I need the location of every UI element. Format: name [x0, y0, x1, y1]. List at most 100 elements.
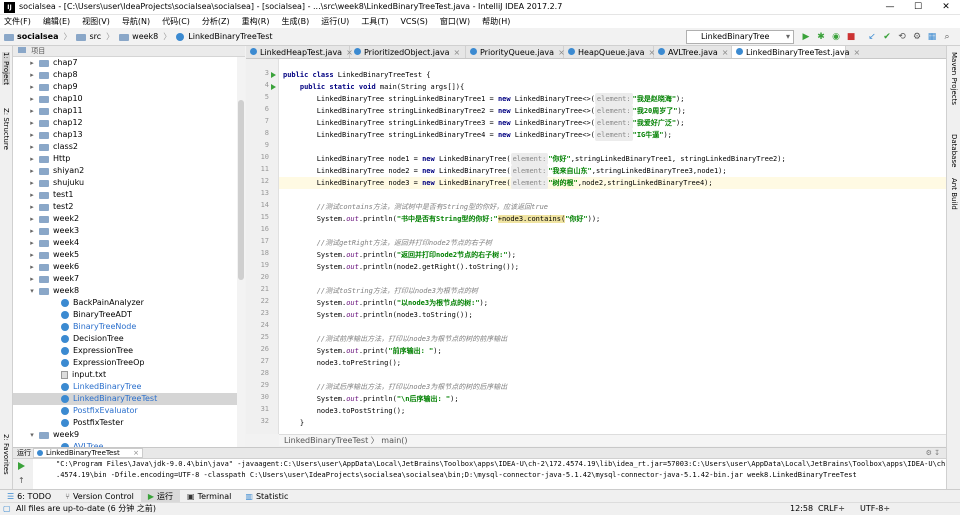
chevron-right-icon[interactable]: ▸ — [27, 129, 37, 141]
gear-icon[interactable]: ⚙ ↧ — [926, 448, 940, 459]
menu-help[interactable]: 帮助(H) — [482, 15, 510, 28]
chevron-right-icon[interactable]: ▸ — [27, 189, 37, 201]
editor-tab[interactable]: PrioritizedObject.java × — [350, 46, 466, 58]
chevron-right-icon[interactable]: ▸ — [27, 141, 37, 153]
chevron-right-icon[interactable]: ▸ — [27, 177, 37, 189]
tree-folder[interactable]: ▸ class2 — [13, 141, 237, 153]
chevron-right-icon[interactable]: ▸ — [27, 201, 37, 213]
structure-tool-button[interactable]: Z: Structure — [2, 108, 10, 150]
tree-file[interactable]: BinaryTreeNode — [13, 321, 237, 333]
tree-folder[interactable]: ▸ week7 — [13, 273, 237, 285]
breadcrumb-package[interactable]: week8 — [132, 31, 158, 43]
tree-folder[interactable]: ▸ chap12 — [13, 117, 237, 129]
run-configuration-select[interactable]: LinkedBinaryTree ▾ — [686, 30, 794, 44]
tree-folder[interactable]: ▾ week9 — [13, 429, 237, 441]
menu-build[interactable]: 生成(B) — [281, 15, 309, 28]
tree-file[interactable]: BinaryTreeADT — [13, 309, 237, 321]
menu-code[interactable]: 代码(C) — [162, 15, 190, 28]
caret-position[interactable]: 12:58 — [790, 503, 813, 515]
editor-breadcrumb[interactable]: LinkedBinaryTreeTest 〉 main() — [279, 434, 946, 446]
tree-file[interactable]: LinkedBinaryTreeTest — [13, 393, 237, 405]
chevron-right-icon[interactable]: ▸ — [27, 153, 37, 165]
scroll-up-icon[interactable]: ↑ — [18, 476, 25, 485]
rerun-icon[interactable] — [18, 462, 25, 470]
editor-tab[interactable]: PriorityQueue.java × — [466, 46, 565, 58]
run-gutter-icon[interactable] — [271, 72, 276, 78]
statistic-tab[interactable]: ▥ Statistic — [238, 490, 295, 503]
editor-tab[interactable]: LinkedBinaryTreeTest.java × — [732, 46, 860, 58]
tree-folder[interactable]: ▸ test1 — [13, 189, 237, 201]
project-structure-icon[interactable]: ▦ — [926, 31, 938, 43]
search-icon[interactable]: ⌕ — [941, 31, 953, 43]
editor-tab[interactable]: AVLTree.java × — [654, 46, 732, 58]
tree-file[interactable]: PostfixEvaluator — [13, 405, 237, 417]
history-icon[interactable]: ⟲ — [896, 31, 908, 43]
menu-run[interactable]: 运行(U) — [321, 15, 349, 28]
tree-folder[interactable]: ▸ chap11 — [13, 105, 237, 117]
tree-folder[interactable]: ▸ week4 — [13, 237, 237, 249]
run-bottom-tab[interactable]: ▶ 运行 — [140, 489, 180, 503]
editor-tab[interactable]: LinkedHeapTest.java × — [246, 46, 353, 58]
vcs-commit-icon[interactable]: ✔ — [881, 31, 893, 43]
tree-file[interactable]: input.txt — [13, 369, 237, 381]
project-scrollbar-thumb[interactable] — [238, 100, 244, 280]
line-separator[interactable]: CRLF÷ — [818, 503, 845, 515]
favorites-tool-button[interactable]: 2: Favorites — [2, 434, 10, 475]
breadcrumb-project[interactable]: socialsea — [17, 31, 58, 43]
tree-file[interactable]: ExpressionTreeOp — [13, 357, 237, 369]
menu-analyze[interactable]: 分析(Z) — [202, 15, 230, 28]
tree-folder[interactable]: ▸ chap13 — [13, 129, 237, 141]
project-tool-button[interactable]: 1: Project — [2, 52, 10, 85]
breadcrumb-class[interactable]: LinkedBinaryTreeTest — [188, 31, 272, 43]
tree-folder[interactable]: ▸ chap10 — [13, 93, 237, 105]
maximize-button[interactable]: ☐ — [904, 0, 932, 15]
chevron-right-icon[interactable]: ▸ — [27, 117, 37, 129]
chevron-right-icon[interactable]: ▸ — [27, 273, 37, 285]
menu-edit[interactable]: 编辑(E) — [43, 15, 70, 28]
vcs-update-icon[interactable]: ↙ — [866, 31, 878, 43]
ant-build-tool-button[interactable]: Ant Build — [950, 178, 958, 210]
file-encoding[interactable]: UTF-8÷ — [860, 503, 890, 515]
chevron-right-icon[interactable]: ▸ — [27, 69, 37, 81]
minimize-button[interactable]: — — [876, 0, 904, 15]
run-gutter-icon[interactable] — [271, 84, 276, 90]
maven-tool-button[interactable]: Maven Projects — [950, 52, 958, 105]
tree-file[interactable]: BackPainAnalyzer — [13, 297, 237, 309]
run-icon[interactable]: ▶ — [800, 31, 812, 43]
close-icon[interactable]: × — [133, 449, 139, 458]
editor-tab[interactable]: HeapQueue.java × — [564, 46, 655, 58]
chevron-right-icon[interactable]: ▸ — [27, 249, 37, 261]
coverage-icon[interactable]: ◉ — [830, 31, 842, 43]
version-control-tab[interactable]: ⑂ Version Control — [58, 490, 141, 503]
tree-folder[interactable]: ▸ test2 — [13, 201, 237, 213]
chevron-right-icon[interactable]: ▸ — [27, 81, 37, 93]
chevron-down-icon[interactable]: ▾ — [27, 429, 37, 441]
stop-icon[interactable]: ■ — [845, 31, 857, 43]
menu-view[interactable]: 视图(V) — [82, 15, 110, 28]
close-icon[interactable]: × — [722, 48, 729, 57]
chevron-right-icon[interactable]: ▸ — [27, 105, 37, 117]
tree-file[interactable]: DecisionTree — [13, 333, 237, 345]
chevron-right-icon[interactable]: ▸ — [27, 213, 37, 225]
close-icon[interactable]: × — [454, 48, 461, 57]
chevron-right-icon[interactable]: ▸ — [27, 237, 37, 249]
terminal-tab[interactable]: ▣ Terminal — [180, 490, 238, 503]
tree-file[interactable]: ExpressionTree — [13, 345, 237, 357]
code-editor[interactable]: public class LinkedBinaryTreeTest { publ… — [279, 59, 946, 434]
menu-file[interactable]: 文件(F) — [4, 15, 31, 28]
menu-refactor[interactable]: 重构(R) — [242, 15, 270, 28]
tree-folder[interactable]: ▸ shiyan2 — [13, 165, 237, 177]
settings-icon[interactable]: ⚙ — [911, 31, 923, 43]
close-icon[interactable]: × — [854, 48, 861, 57]
menu-navigate[interactable]: 导航(N) — [122, 15, 150, 28]
chevron-right-icon[interactable]: ▸ — [27, 261, 37, 273]
chevron-right-icon[interactable]: ▸ — [27, 57, 37, 69]
tree-folder[interactable]: ▸ week2 — [13, 213, 237, 225]
tree-folder[interactable]: ▸ Http — [13, 153, 237, 165]
chevron-right-icon[interactable]: ▸ — [27, 165, 37, 177]
chevron-down-icon[interactable]: ▾ — [27, 285, 37, 297]
console-output[interactable]: "C:\Program Files\Java\jdk-9.0.4\bin\jav… — [33, 459, 946, 489]
menu-tools[interactable]: 工具(T) — [361, 15, 388, 28]
menu-window[interactable]: 窗口(W) — [440, 15, 470, 28]
breadcrumb-src[interactable]: src — [89, 31, 101, 43]
